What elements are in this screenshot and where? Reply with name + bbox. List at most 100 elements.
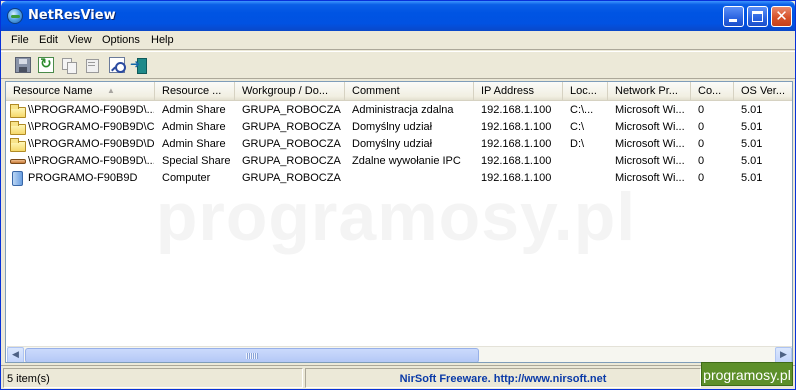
close-icon: ✕ xyxy=(775,7,788,25)
maximize-icon xyxy=(752,11,763,22)
cell-network-provider: Microsoft Wi... xyxy=(615,172,685,184)
table-row[interactable]: \\PROGRAMO-F90B9D\... Special Share GRUP… xyxy=(6,153,792,170)
cell-ip-address: 192.168.1.100 xyxy=(481,121,552,133)
folder-share-icon xyxy=(10,138,26,152)
minimize-icon xyxy=(729,19,737,22)
cell-ip-address: 192.168.1.100 xyxy=(481,155,552,167)
cell-resource-type: Special Share xyxy=(162,155,231,167)
cell-resource-type: Admin Share xyxy=(162,121,226,133)
maximize-button[interactable] xyxy=(747,6,768,27)
status-bar: 5 item(s) NirSoft Freeware. http://www.n… xyxy=(1,365,795,389)
properties-icon[interactable] xyxy=(84,57,100,73)
cell-network-provider: Microsoft Wi... xyxy=(615,138,685,150)
list-header: Resource Name ▲ Resource ... Workgroup /… xyxy=(6,82,792,101)
menu-bar: File Edit View Options Help xyxy=(1,31,795,49)
resource-list[interactable]: programosy.pl Resource Name ▲ Resource .… xyxy=(5,81,793,363)
app-globe-icon xyxy=(7,8,23,24)
column-comment[interactable]: Comment xyxy=(345,82,474,101)
cell-resource-name: \\PROGRAMO-F90B9D\... xyxy=(28,104,154,116)
scroll-thumb[interactable] xyxy=(25,348,479,362)
column-connections[interactable]: Co... xyxy=(691,82,734,101)
cell-connections: 0 xyxy=(698,172,705,184)
table-row[interactable]: \\PROGRAMO-F90B9D\C$ Admin Share GRUPA_R… xyxy=(6,119,792,136)
title-bar[interactable]: NetResView ✕ xyxy=(1,1,795,31)
copy-icon[interactable] xyxy=(61,57,77,74)
status-item-count: 5 item(s) xyxy=(3,368,303,388)
sort-ascending-icon: ▲ xyxy=(107,86,115,95)
pipe-icon xyxy=(10,159,26,164)
cell-comment xyxy=(352,170,473,187)
cell-workgroup: GRUPA_ROBOCZA xyxy=(242,172,341,184)
toolbar xyxy=(1,51,795,79)
cell-network-provider: Microsoft Wi... xyxy=(615,121,685,133)
app-window: NetResView ✕ File Edit View Options Help… xyxy=(0,0,796,390)
nirsoft-link[interactable]: NirSoft Freeware. http://www.nirsoft.net xyxy=(305,368,701,388)
cell-resource-name: \\PROGRAMO-F90B9D\... xyxy=(28,155,154,167)
cell-location: D:\ xyxy=(570,138,585,150)
column-location[interactable]: Loc... xyxy=(563,82,608,101)
folder-share-icon xyxy=(10,121,26,135)
cell-os-version: 5.01 xyxy=(741,104,763,116)
cell-location xyxy=(570,170,607,187)
table-row[interactable]: \\PROGRAMO-F90B9D\... Admin Share GRUPA_… xyxy=(6,102,792,119)
cell-location: C:\ xyxy=(570,121,585,133)
cell-workgroup: GRUPA_ROBOCZA xyxy=(242,121,341,133)
column-label: Resource Name xyxy=(13,85,93,97)
cell-location: C:\... xyxy=(570,104,594,116)
cell-network-provider: Microsoft Wi... xyxy=(615,104,685,116)
column-network-provider[interactable]: Network Pr... xyxy=(608,82,691,101)
html-report-icon[interactable] xyxy=(109,57,126,73)
cell-ip-address: 192.168.1.100 xyxy=(481,138,552,150)
folder-share-icon xyxy=(10,104,26,118)
minimize-button[interactable] xyxy=(723,6,744,27)
close-button[interactable]: ✕ xyxy=(771,6,792,27)
menu-options[interactable]: Options xyxy=(98,31,144,49)
cell-os-version: 5.01 xyxy=(741,121,763,133)
cell-workgroup: GRUPA_ROBOCZA xyxy=(242,138,341,150)
cell-connections: 0 xyxy=(698,104,705,116)
cell-os-version: 5.01 xyxy=(741,155,763,167)
column-resource-type[interactable]: Resource ... xyxy=(155,82,235,101)
refresh-icon[interactable] xyxy=(38,56,54,73)
cell-resource-type: Computer xyxy=(162,172,211,184)
menu-help[interactable]: Help xyxy=(147,31,178,49)
cell-workgroup: GRUPA_ROBOCZA xyxy=(242,155,341,167)
save-icon[interactable] xyxy=(15,57,31,73)
cell-workgroup: GRUPA_ROBOCZA xyxy=(242,104,341,116)
cell-connections: 0 xyxy=(698,121,705,133)
cell-resource-name: PROGRAMO-F90B9D xyxy=(28,172,138,184)
computer-icon xyxy=(12,171,23,186)
column-workgroup[interactable]: Workgroup / Do... xyxy=(235,82,345,101)
menu-edit[interactable]: Edit xyxy=(35,31,62,49)
cell-resource-name: \\PROGRAMO-F90B9D\D$ xyxy=(28,138,154,150)
cell-comment: Administracja zdalna xyxy=(352,104,454,116)
cell-network-provider: Microsoft Wi... xyxy=(615,155,685,167)
horizontal-scrollbar[interactable]: ◀ ▶ xyxy=(7,346,792,362)
window-title: NetResView xyxy=(28,8,116,23)
cell-resource-name: \\PROGRAMO-F90B9D\C$ xyxy=(28,121,154,133)
column-resource-name[interactable]: Resource Name ▲ xyxy=(6,82,155,101)
menu-file[interactable]: File xyxy=(7,31,33,49)
column-ip-address[interactable]: IP Address xyxy=(474,82,563,101)
scroll-right-button[interactable]: ▶ xyxy=(775,347,792,362)
cell-os-version: 5.01 xyxy=(741,172,763,184)
cell-ip-address: 192.168.1.100 xyxy=(481,172,552,184)
cell-comment: Domyślny udział xyxy=(352,121,433,133)
watermark-text: programosy.pl xyxy=(155,179,637,255)
grip-icon xyxy=(246,353,258,359)
programosy-badge: programosy.pl xyxy=(701,362,793,386)
table-row[interactable]: PROGRAMO-F90B9D Computer GRUPA_ROBOCZA 1… xyxy=(6,170,792,187)
cell-resource-type: Admin Share xyxy=(162,104,226,116)
cell-resource-type: Admin Share xyxy=(162,138,226,150)
cell-os-version: 5.01 xyxy=(741,138,763,150)
scroll-left-button[interactable]: ◀ xyxy=(7,347,24,362)
column-os-version[interactable]: OS Ver... xyxy=(734,82,792,101)
cell-comment: Domyślny udział xyxy=(352,138,433,150)
cell-location xyxy=(570,153,607,170)
table-row[interactable]: \\PROGRAMO-F90B9D\D$ Admin Share GRUPA_R… xyxy=(6,136,792,153)
cell-connections: 0 xyxy=(698,155,705,167)
exit-icon[interactable] xyxy=(130,57,147,74)
menu-view[interactable]: View xyxy=(64,31,96,49)
cell-comment: Zdalne wywołanie IPC xyxy=(352,155,461,167)
cell-ip-address: 192.168.1.100 xyxy=(481,104,552,116)
